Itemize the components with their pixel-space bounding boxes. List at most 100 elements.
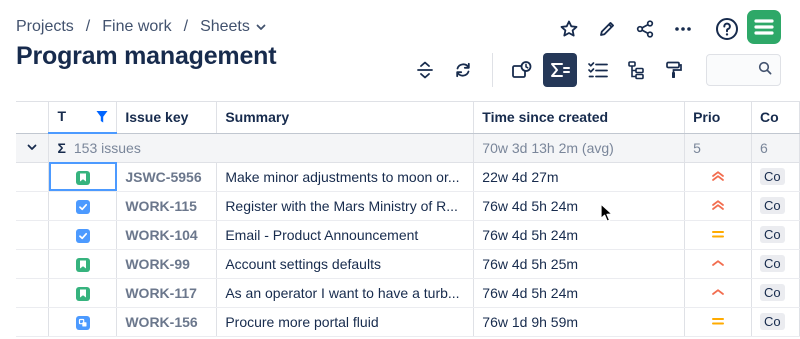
priority-cell[interactable]: [684, 220, 752, 250]
breadcrumb-sheets[interactable]: Sheets: [200, 18, 250, 36]
priority-high-icon: [711, 256, 725, 272]
issue-type-cell[interactable]: [48, 278, 118, 308]
row-gutter[interactable]: [16, 307, 50, 337]
priority-cell[interactable]: [684, 249, 752, 279]
refresh-icon[interactable]: [446, 53, 480, 87]
breadcrumb-projects[interactable]: Projects: [16, 18, 74, 36]
share-icon[interactable]: [626, 10, 664, 48]
component-chip: Co: [759, 255, 785, 272]
app-logo[interactable]: [747, 10, 781, 44]
table-row[interactable]: WORK-104 Email - Product Announcement 76w …: [16, 220, 800, 250]
component-cell[interactable]: Co: [751, 162, 800, 192]
more-icon[interactable]: [664, 10, 702, 48]
column-header-issue-key[interactable]: Issue key: [116, 102, 218, 134]
time-since-created-cell[interactable]: 76w 4d 5h 24m: [473, 220, 686, 250]
row-gutter[interactable]: [16, 162, 50, 192]
mouse-cursor-icon: [600, 203, 614, 228]
page-title: Program management: [16, 42, 277, 70]
row-gutter[interactable]: [16, 278, 50, 308]
issues-grid: T Issue key Summary Time since created P…: [16, 101, 800, 339]
schedule-icon[interactable]: [505, 53, 539, 87]
issue-key-cell[interactable]: JSWC-5956: [116, 162, 218, 192]
issue-key-cell[interactable]: WORK-104: [116, 220, 218, 250]
time-since-created-cell[interactable]: 76w 4d 5h 24m: [473, 278, 686, 308]
table-row[interactable]: WORK-115 Register with the Mars Ministry …: [16, 191, 800, 221]
issue-type-cell[interactable]: [48, 220, 118, 250]
component-cell[interactable]: Co: [751, 249, 800, 279]
star-icon[interactable]: [550, 10, 588, 48]
component-chip: Co: [759, 226, 785, 243]
group-issue-count: 153 issues: [73, 139, 141, 156]
priority-cell[interactable]: [684, 307, 752, 337]
column-header-priority[interactable]: Prio: [684, 102, 752, 134]
filter-icon[interactable]: [96, 110, 108, 127]
priority-medium-icon: [711, 314, 725, 330]
breadcrumb-fine-work[interactable]: Fine work: [102, 18, 171, 36]
column-header-time-since-created[interactable]: Time since created: [473, 102, 686, 134]
table-row[interactable]: WORK-117 As an operator I want to have a …: [16, 278, 800, 308]
column-header-type[interactable]: T: [48, 102, 118, 134]
table-row[interactable]: WORK-99 Account settings defaults 76w 4d 5…: [16, 249, 800, 279]
row-gutter[interactable]: [16, 220, 50, 250]
column-header-component[interactable]: Co: [751, 102, 800, 134]
component-cell[interactable]: Co: [751, 220, 800, 250]
group-component-count: 6: [751, 133, 800, 163]
time-since-created-cell[interactable]: 22w 4d 27m: [473, 162, 686, 192]
issue-key-cell[interactable]: WORK-115: [116, 191, 218, 221]
summary-cell[interactable]: Make minor adjustments to moon or...: [216, 162, 475, 192]
component-chip: Co: [759, 313, 785, 330]
story-icon: [75, 286, 90, 301]
breadcrumb: Projects / Fine work / Sheets: [16, 18, 267, 36]
pencil-icon[interactable]: [588, 10, 626, 48]
priority-cell[interactable]: [684, 191, 752, 221]
hierarchy-icon[interactable]: [619, 53, 653, 87]
component-chip: Co: [759, 197, 785, 214]
component-cell[interactable]: Co: [751, 307, 800, 337]
table-header-row: T Issue key Summary Time since created P…: [16, 102, 800, 134]
issue-type-cell[interactable]: [48, 307, 118, 337]
story-icon: [75, 257, 90, 272]
table-row[interactable]: WORK-156 Procure more portal fluid 76w 1d …: [16, 307, 800, 337]
summary-cell[interactable]: Email - Product Announcement: [216, 220, 475, 250]
group-prio-count: 5: [684, 133, 752, 163]
column-header-summary[interactable]: Summary: [216, 102, 475, 134]
issue-key-cell[interactable]: WORK-117: [116, 278, 218, 308]
toolbar-divider: [492, 53, 493, 87]
time-since-created-cell[interactable]: 76w 4d 5h 24m: [473, 191, 686, 221]
priority-cell[interactable]: [684, 162, 752, 192]
priority-cell[interactable]: [684, 278, 752, 308]
collapse-toggle[interactable]: [16, 133, 50, 163]
story-icon: [75, 170, 90, 185]
issue-type-cell[interactable]: [48, 249, 118, 279]
row-gutter[interactable]: [16, 191, 50, 221]
summary-cell[interactable]: Procure more portal fluid: [216, 307, 475, 337]
time-since-created-cell[interactable]: 76w 1d 9h 59m: [473, 307, 686, 337]
group-time-average: 70w 3d 13h 2m (avg): [473, 133, 686, 163]
issue-type-cell[interactable]: [48, 162, 118, 192]
priority-highest-icon: [711, 198, 725, 214]
component-cell[interactable]: Co: [751, 191, 800, 221]
breadcrumb-separator: /: [85, 18, 91, 35]
chevron-down-icon[interactable]: [255, 21, 267, 33]
help-icon[interactable]: [708, 10, 746, 48]
search-input[interactable]: [706, 54, 781, 86]
expand-collapse-icon[interactable]: [408, 53, 442, 87]
summary-cell[interactable]: As an operator I want to have a turb...: [216, 278, 475, 308]
component-chip: Co: [759, 284, 785, 301]
component-chip: Co: [759, 168, 785, 185]
issue-key-cell[interactable]: WORK-99: [116, 249, 218, 279]
summary-cell[interactable]: Account settings defaults: [216, 249, 475, 279]
gutter-header: [16, 102, 50, 134]
table-row[interactable]: JSWC-5956 Make minor adjustments to moon …: [16, 162, 800, 192]
checklist-icon[interactable]: [581, 53, 615, 87]
paint-roller-icon[interactable]: [657, 53, 691, 87]
issue-key-cell[interactable]: WORK-156: [116, 307, 218, 337]
issue-type-cell[interactable]: [48, 191, 118, 221]
summary-cell[interactable]: Register with the Mars Ministry of R...: [216, 191, 475, 221]
chevron-down-icon: [27, 144, 37, 150]
time-since-created-cell[interactable]: 76w 4d 5h 25m: [473, 249, 686, 279]
row-gutter[interactable]: [16, 249, 50, 279]
sheet-toolbar: [408, 53, 695, 87]
component-cell[interactable]: Co: [751, 278, 800, 308]
sum-icon[interactable]: [543, 53, 577, 87]
